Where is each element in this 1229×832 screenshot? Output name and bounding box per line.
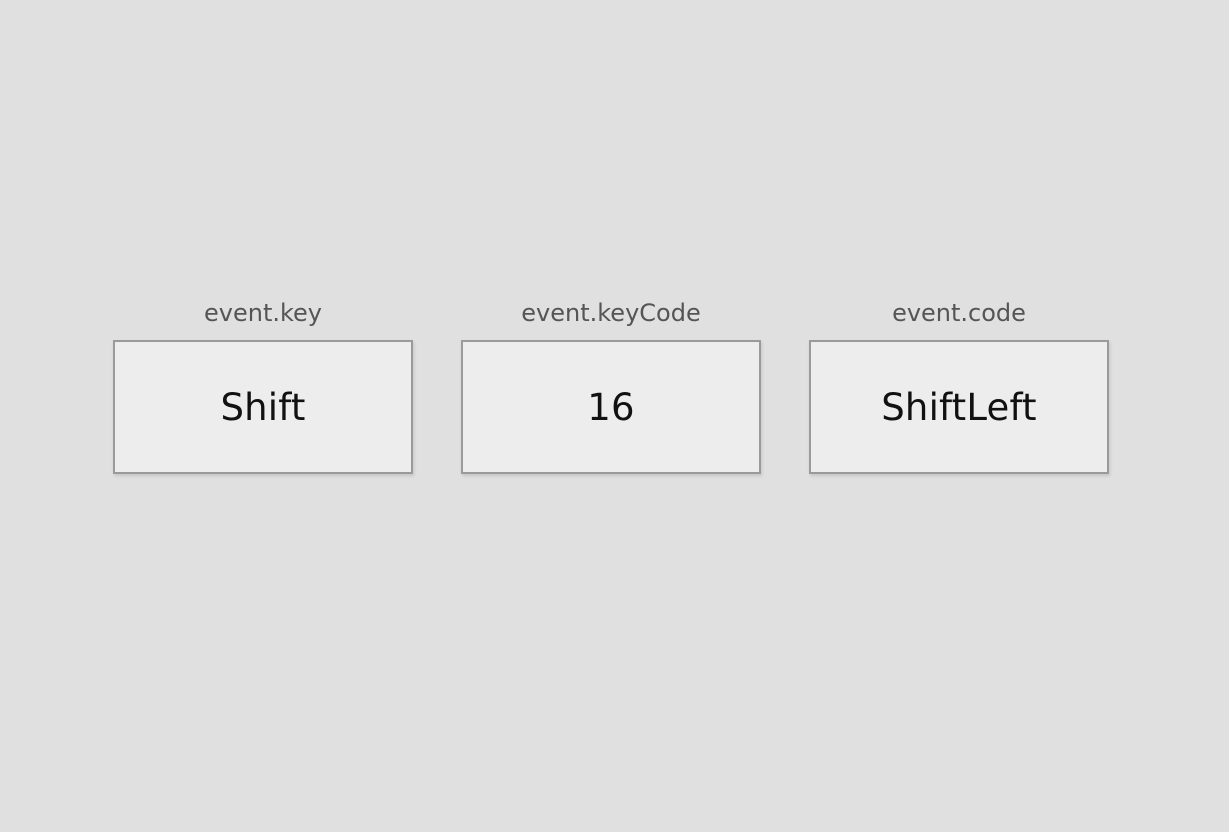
- event-code-label: event.code: [892, 299, 1026, 327]
- event-code-value: ShiftLeft: [881, 385, 1037, 429]
- event-key-group: event.key Shift: [113, 296, 413, 474]
- event-code-box: ShiftLeft: [809, 340, 1109, 474]
- event-code-group: event.code ShiftLeft: [809, 296, 1109, 474]
- event-key-box: Shift: [113, 340, 413, 474]
- event-keycode-value: 16: [587, 385, 635, 429]
- event-keycode-group: event.keyCode 16: [461, 296, 761, 474]
- event-key-label: event.key: [204, 299, 322, 327]
- event-keycode-label: event.keyCode: [521, 299, 701, 327]
- key-event-viewer: event.key Shift event.keyCode 16 event.c…: [0, 0, 1229, 832]
- event-key-value: Shift: [220, 385, 306, 429]
- event-keycode-box: 16: [461, 340, 761, 474]
